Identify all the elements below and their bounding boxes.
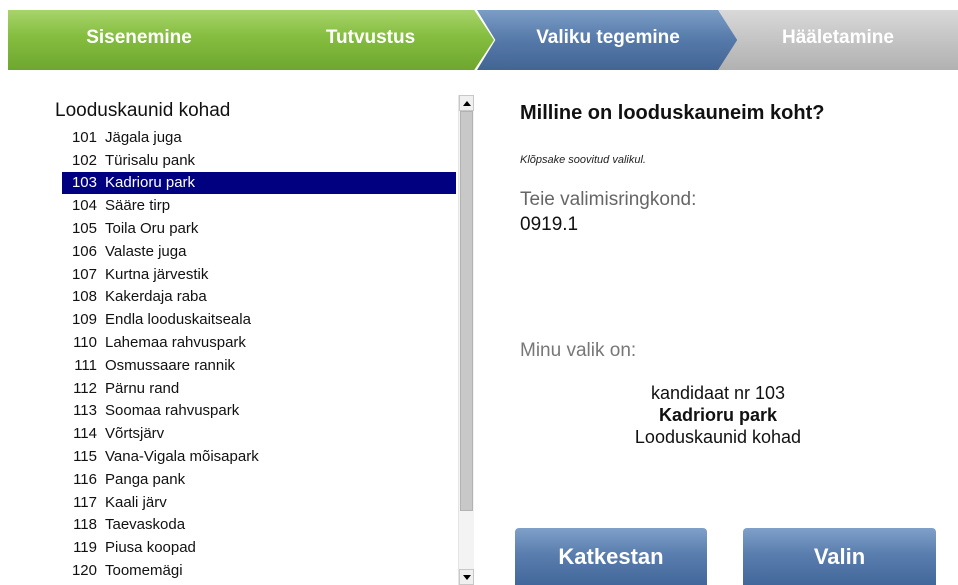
list-item[interactable]: 102 Türisalu pank (62, 149, 456, 172)
selection-panel: Milline on looduskauneim koht? Klõpsake … (520, 0, 940, 585)
list-item[interactable]: 114 Võrtsjärv (62, 422, 456, 445)
item-number: 116 (73, 470, 97, 488)
item-number: 120 (71, 562, 97, 580)
item-number: 119 (73, 539, 97, 557)
choice-candidate: kandidaat nr 103 (650, 383, 786, 403)
choice-list: Looduskaunid kohad (634, 427, 802, 447)
item-name: Sääre tirp (105, 197, 171, 215)
item-number: 110 (73, 334, 97, 352)
arrow-down-icon (462, 574, 471, 580)
item-number: 111 (74, 356, 97, 374)
item-name: Taevaskoda (105, 516, 186, 534)
step-sisenemine: Sisenemine (8, 10, 270, 70)
list-item[interactable]: 104 Sääre tirp (62, 194, 456, 217)
item-number: 103 (71, 174, 97, 192)
arrow-up-icon (462, 100, 471, 106)
item-name: Kaali järv (105, 493, 167, 511)
list-item[interactable]: 109 Endla looduskaitseala (62, 308, 456, 331)
item-name: Endla looduskaitseala (105, 311, 251, 329)
list-item[interactable]: 105 Toila Oru park (62, 217, 456, 240)
district-value: 0919.1 (520, 214, 579, 235)
choice-summary: kandidaat nr 103 Kadrioru park Looduskau… (520, 382, 916, 448)
hint-text: Klõpsake soovitud valikul. (520, 154, 646, 166)
item-number: 112 (73, 379, 97, 397)
cancel-button[interactable]: Katkestan (515, 528, 707, 585)
list-scrollbar[interactable] (458, 95, 474, 585)
item-number: 108 (71, 288, 97, 306)
item-name: Võrtsjärv (105, 425, 165, 443)
item-name: Toomemägi (105, 562, 183, 580)
item-number: 104 (71, 197, 97, 215)
item-name: Türisalu pank (105, 151, 196, 169)
item-number: 101 (71, 128, 97, 146)
item-number: 105 (71, 220, 97, 238)
scroll-thumb[interactable] (460, 111, 473, 511)
select-button[interactable]: Valin (743, 528, 936, 585)
list-item[interactable]: 116 Panga pank (62, 468, 456, 491)
item-name: Jägala juga (105, 128, 182, 146)
list-item[interactable]: 115 Vana-Vigala mõisapark (62, 445, 456, 468)
item-name: Panga pank (105, 470, 186, 488)
list-title: Looduskaunid kohad (55, 100, 231, 121)
item-number: 109 (71, 311, 97, 329)
step-label: Sisenemine (86, 27, 192, 48)
list-item[interactable]: 119 Piusa koopad (62, 536, 456, 559)
item-name: Toila Oru park (105, 220, 199, 238)
item-number: 117 (73, 493, 97, 511)
candidate-list-panel: Looduskaunid kohad 101 Jägala juga 102 Türi… (48, 92, 456, 585)
item-name: Kakerdaja raba (105, 288, 207, 306)
list-item[interactable]: 118 Taevaskoda (62, 514, 456, 537)
item-name: Piusa koopad (105, 539, 196, 557)
item-name: Lahemaa rahvuspark (105, 334, 246, 352)
list-item[interactable]: 107 Kurtna järvestik (62, 263, 456, 286)
list-item[interactable]: 117 Kaali järv (62, 491, 456, 514)
item-number: 118 (73, 516, 97, 534)
item-number: 107 (71, 265, 97, 283)
list-item[interactable]: 108 Kakerdaja raba (62, 286, 456, 309)
choice-label: Minu valik on: (520, 340, 637, 361)
step-label: Tutvustus (325, 27, 416, 48)
list-item[interactable]: 111 Osmussaare rannik (62, 354, 456, 377)
item-number: 106 (71, 242, 97, 260)
list-item[interactable]: 101 Jägala juga (62, 126, 456, 149)
scroll-down-button[interactable] (459, 569, 474, 585)
item-number: 114 (73, 425, 97, 443)
choice-name: Kadrioru park (658, 405, 778, 425)
item-number: 102 (71, 151, 97, 169)
item-name: Osmussaare rannik (105, 356, 236, 374)
item-name: Pärnu rand (105, 379, 180, 397)
scroll-track[interactable] (459, 111, 474, 569)
list-item[interactable]: 112 Pärnu rand (62, 377, 456, 400)
item-name: Kadrioru park (105, 174, 196, 192)
list-item[interactable]: 113 Soomaa rahvuspark (62, 400, 456, 423)
item-number: 113 (73, 402, 97, 420)
item-number: 115 (73, 448, 97, 466)
list-item[interactable]: 106 Valaste juga (62, 240, 456, 263)
item-name: Soomaa rahvuspark (105, 402, 240, 420)
scroll-up-button[interactable] (459, 95, 474, 111)
item-name: Kurtna järvestik (105, 265, 209, 283)
item-name: Vana-Vigala mõisapark (105, 448, 259, 466)
step-tutvustus: Tutvustus (247, 10, 494, 70)
question-title: Milline on looduskauneim koht? (520, 102, 825, 124)
item-name: Valaste juga (105, 242, 187, 260)
list-item[interactable]: 103 Kadrioru park (62, 171, 456, 195)
list-item[interactable]: 120 Toomemägi (62, 559, 456, 582)
candidate-list: 101 Jägala juga 102 Türisalu pank 103 Kadrior… (62, 126, 456, 582)
district-label: Teie valimisringkond: (520, 189, 697, 210)
list-item[interactable]: 110 Lahemaa rahvuspark (62, 331, 456, 354)
